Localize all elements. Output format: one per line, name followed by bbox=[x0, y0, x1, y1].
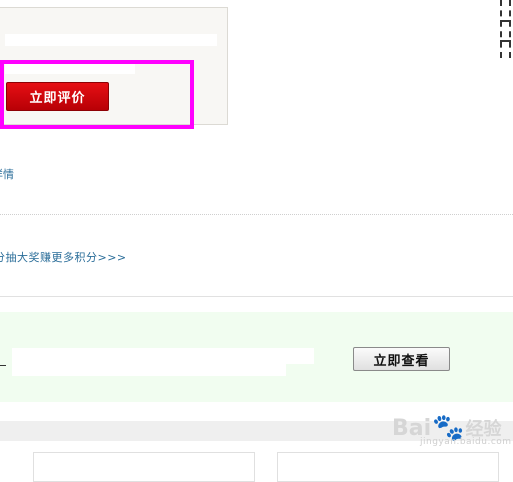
text-cursor-mark bbox=[0, 365, 6, 366]
view-now-button[interactable]: 立即查看 bbox=[353, 347, 450, 371]
details-link[interactable]: 详情 bbox=[0, 166, 14, 182]
divider bbox=[0, 214, 513, 215]
watermark-url: jingyan.baidu.com bbox=[420, 437, 512, 447]
redacted-text bbox=[12, 364, 286, 376]
dashed-marker bbox=[500, 0, 511, 58]
bottom-card bbox=[33, 452, 255, 482]
highlight-annotation bbox=[0, 60, 194, 129]
redacted-text bbox=[5, 34, 217, 46]
redacted-text bbox=[12, 348, 314, 364]
earn-points-link[interactable]: 分抽大奖赚更多积分>>> bbox=[0, 249, 127, 265]
bottom-card bbox=[277, 452, 499, 482]
divider bbox=[0, 296, 513, 297]
